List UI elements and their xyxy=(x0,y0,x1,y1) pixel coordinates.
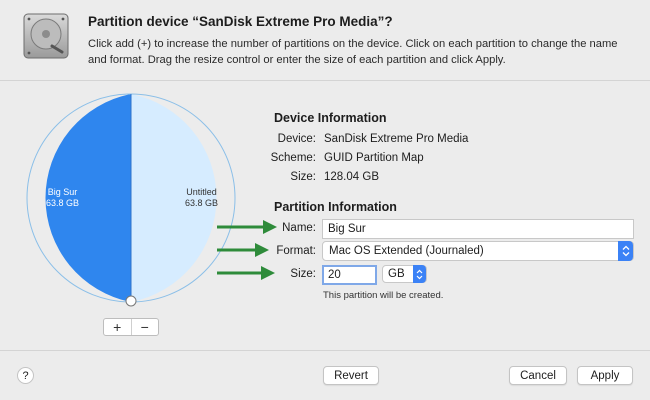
annotation-arrow-icon xyxy=(217,243,269,257)
remove-partition-button[interactable]: − xyxy=(132,319,159,335)
size-label: Size: xyxy=(290,171,316,183)
device-label: Device: xyxy=(277,133,316,145)
help-button[interactable]: ? xyxy=(17,367,34,384)
chevron-up-down-icon xyxy=(618,241,633,261)
partition-size-input[interactable]: 20 xyxy=(322,265,377,285)
cancel-button[interactable]: Cancel xyxy=(509,366,567,385)
pie-label-untitled: Untitled 63.8 GB xyxy=(185,187,218,209)
size-value: 128.04 GB xyxy=(324,171,379,183)
footer-divider xyxy=(0,350,650,351)
partition-info-title: Partition Information xyxy=(274,200,397,214)
pie-label-size: 63.8 GB xyxy=(185,198,219,208)
dialog-title: Partition device “SanDisk Extreme Pro Me… xyxy=(88,14,393,29)
partition-name-input[interactable]: Big Sur xyxy=(322,219,634,239)
apply-button[interactable]: Apply xyxy=(577,366,633,385)
scheme-label: Scheme: xyxy=(270,152,316,164)
pie-label-big-sur: Big Sur 63.8 GB xyxy=(46,187,79,209)
pie-label-name: Untitled xyxy=(186,187,217,197)
dialog-description: Click add (+) to increase the number of … xyxy=(88,38,618,66)
pie-label-size: 63.8 GB xyxy=(46,198,80,208)
add-remove-control: + − xyxy=(103,318,159,336)
partition-note: This partition will be created. xyxy=(323,290,444,301)
header-divider xyxy=(0,80,650,81)
add-partition-button[interactable]: + xyxy=(104,319,132,335)
hard-drive-icon xyxy=(22,12,70,60)
scheme-value: GUID Partition Map xyxy=(324,152,424,164)
annotation-arrow-icon xyxy=(217,220,277,234)
dialog-header: Partition device “SanDisk Extreme Pro Me… xyxy=(0,0,650,80)
annotation-arrow-icon xyxy=(217,266,275,280)
resize-handle[interactable] xyxy=(125,295,137,307)
device-info-title: Device Information xyxy=(274,111,387,125)
revert-button[interactable]: Revert xyxy=(323,366,379,385)
format-selected-value: Mac OS Extended (Journaled) xyxy=(329,245,484,257)
format-select[interactable]: Mac OS Extended (Journaled) xyxy=(322,241,634,261)
pie-label-name: Big Sur xyxy=(47,187,78,197)
chevron-up-down-icon xyxy=(413,265,426,283)
size-unit-select[interactable]: GB xyxy=(382,265,427,283)
size-unit-value: GB xyxy=(388,268,405,280)
device-value: SanDisk Extreme Pro Media xyxy=(324,133,469,145)
